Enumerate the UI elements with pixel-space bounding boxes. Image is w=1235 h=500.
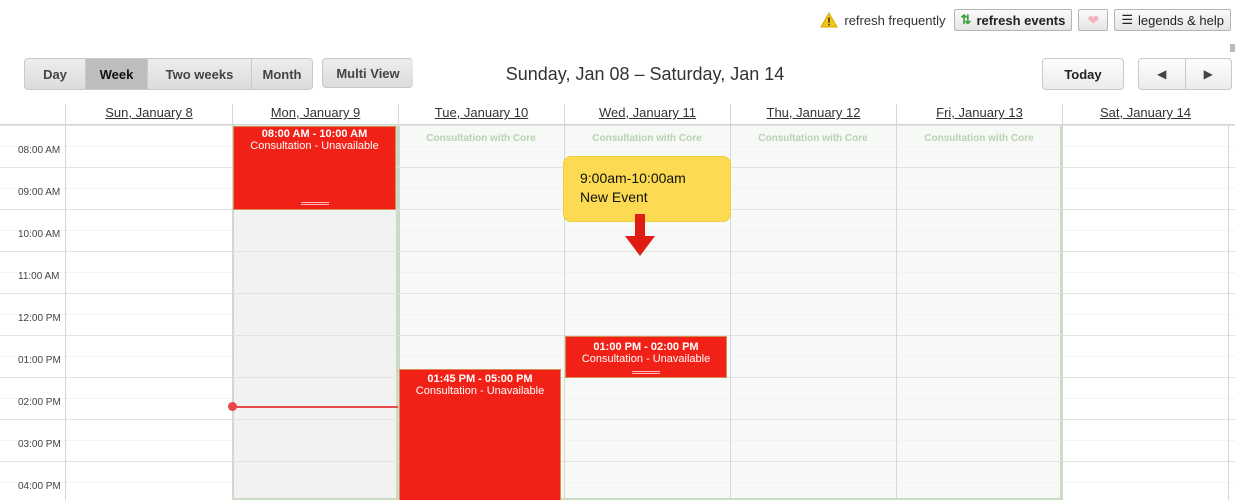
event-wed-consultation[interactable]: 01:00 PM - 02:00 PM Consultation - Unava… (565, 336, 727, 378)
event-title: Consultation - Unavailable (250, 140, 379, 152)
date-range-title: Sunday, Jan 08 – Saturday, Jan 14 (505, 64, 785, 84)
grid-line (0, 482, 1235, 483)
time-label: 11:00 AM (18, 271, 60, 282)
time-label: 03:00 PM (18, 439, 61, 450)
tab-month[interactable]: Month (252, 59, 312, 89)
top-toolbar: refresh frequently ⇅ refresh events ❤ ☰ … (820, 8, 1231, 32)
event-time: 01:00 PM - 02:00 PM (593, 341, 699, 353)
callout-time: 9:00am-10:00am (580, 170, 686, 186)
view-switcher: Day Week Two weeks Month Multi View (24, 58, 413, 90)
legends-help-button[interactable]: ☰ legends & help (1114, 9, 1231, 31)
grid-line (0, 146, 1235, 147)
arrow-head-icon (625, 236, 655, 256)
previous-week-button[interactable]: ◀ (1139, 59, 1186, 89)
event-time: 01:45 PM - 05:00 PM (427, 373, 533, 385)
time-label: 02:00 PM (18, 397, 61, 408)
availability-label-thu: Consultation with Core (758, 133, 868, 144)
day-header-sun[interactable]: Sun, January 8 (65, 104, 232, 125)
grid-line (0, 440, 1235, 441)
today-button[interactable]: Today (1042, 58, 1124, 90)
day-header-tue[interactable]: Tue, January 10 (398, 104, 564, 125)
multi-view-button[interactable]: Multi View (322, 58, 413, 88)
grid-line (0, 419, 1235, 420)
availability-label-fri: Consultation with Core (924, 133, 1034, 144)
grid-line (0, 293, 1235, 294)
callout-label: New Event (580, 189, 648, 205)
down-arrow-icon (635, 214, 645, 236)
chevron-right-icon: ▶ (1203, 67, 1213, 81)
grid-line (0, 314, 1235, 315)
time-label: 01:00 PM (18, 355, 61, 366)
grid-line (0, 272, 1235, 273)
day-header-thu[interactable]: Thu, January 12 (730, 104, 896, 125)
column-divider (1062, 125, 1063, 500)
chevron-left-icon: ◀ (1157, 67, 1167, 81)
availability-label-wed: Consultation with Core (592, 133, 702, 144)
time-label: 08:00 AM (18, 145, 61, 156)
day-header-sat[interactable]: Sat, January 14 (1062, 104, 1228, 125)
column-divider (1228, 125, 1229, 500)
availability-label-tue: Consultation with Core (426, 133, 536, 144)
day-header-fri[interactable]: Fri, January 13 (896, 104, 1062, 125)
resize-handle[interactable] (300, 202, 329, 205)
refresh-events-button[interactable]: ⇅ refresh events (953, 9, 1073, 31)
tab-day[interactable]: Day (25, 59, 86, 89)
new-event-callout: 9:00am-10:00am New Event (563, 156, 731, 222)
date-nav-group: ◀ ▶ (1138, 58, 1232, 90)
time-label: 10:00 AM (18, 229, 61, 240)
time-label: 09:00 AM (18, 187, 61, 198)
grid-line (0, 125, 1235, 126)
time-label: 04:00 PM (18, 481, 61, 492)
refresh-icon: ⇅ (960, 12, 972, 27)
current-time-line (232, 406, 398, 408)
time-label: 12:00 PM (18, 313, 61, 324)
resize-handle[interactable] (632, 371, 660, 374)
legends-help-label: legends & help (1137, 12, 1224, 28)
day-header-mon[interactable]: Mon, January 9 (232, 104, 398, 125)
next-week-button[interactable]: ▶ (1186, 59, 1232, 89)
column-divider (65, 125, 66, 500)
tab-week[interactable]: Week (86, 59, 148, 89)
grid-line (0, 230, 1235, 231)
column-divider (896, 125, 897, 500)
tab-two-weeks[interactable]: Two weeks (148, 59, 252, 89)
grid-line (0, 461, 1235, 462)
event-mon-consultation[interactable]: 08:00 AM - 10:00 AM Consultation - Unava… (233, 126, 396, 210)
event-title: Consultation - Unavailable (415, 385, 545, 397)
grid-line (0, 251, 1235, 252)
list-icon: ☰ (1121, 12, 1133, 27)
event-time: 08:00 AM - 10:00 AM (261, 128, 368, 140)
day-header-wed[interactable]: Wed, January 11 (564, 104, 730, 125)
refresh-events-label: refresh events (976, 12, 1066, 28)
view-tab-group: Day Week Two weeks Month (24, 58, 313, 90)
event-tue-consultation[interactable]: 01:45 PM - 05:00 PM Consultation - Unava… (399, 369, 561, 500)
grid-line (0, 398, 1235, 399)
event-title: Consultation - Unavailable (581, 353, 711, 365)
favorite-button[interactable]: ❤ (1078, 9, 1109, 31)
refresh-warning-text: refresh frequently (844, 12, 946, 28)
scroll-handle-icon[interactable] (1230, 44, 1235, 52)
warning-icon (820, 12, 839, 28)
day-header-row: Sun, January 8 Mon, January 9 Tue, Janua… (0, 104, 1235, 125)
heart-icon: ❤ (1087, 11, 1100, 28)
